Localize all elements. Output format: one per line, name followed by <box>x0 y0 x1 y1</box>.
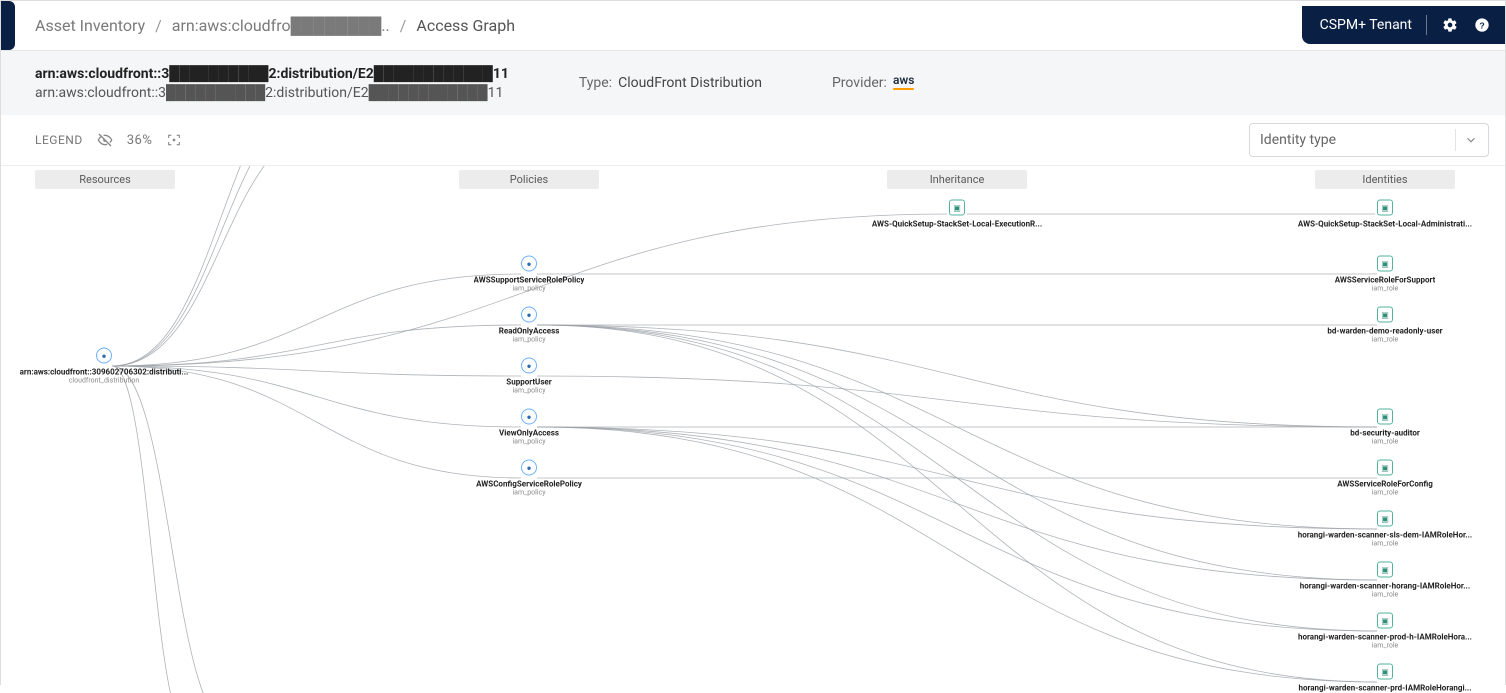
node-label: bd-security-auditor <box>1350 429 1420 438</box>
breadcrumb: Asset Inventory / arn:aws:cloudfro██████… <box>35 16 515 36</box>
column-header-resources: Resources <box>35 170 175 189</box>
identity-node[interactable]: ▣ bd-warden-demo-readonly-useriam_role <box>1290 307 1480 344</box>
inheritance-node[interactable]: ▣ AWS-QuickSetup-StackSet-Local-Execution… <box>862 200 1052 229</box>
role-node-icon: ▣ <box>1377 256 1393 272</box>
svg-text:?: ? <box>1479 20 1484 30</box>
identity-node[interactable]: ▣ horangi-warden-scanner-sls-dem-IAMRoleH… <box>1290 511 1480 548</box>
node-label: AWSConfigServiceRolePolicy <box>476 480 582 489</box>
column-header-identities: Identities <box>1315 170 1455 189</box>
fit-view-icon[interactable] <box>166 132 182 148</box>
identity-node[interactable]: ▣ bd-security-auditoriam_role <box>1290 409 1480 446</box>
node-sublabel: iam_role <box>1372 336 1399 344</box>
node-label: AWS-QuickSetup-StackSet-Local-Administra… <box>1298 220 1472 229</box>
policy-node[interactable]: ● ViewOnlyAccessiam_policy <box>434 409 624 446</box>
node-sublabel: iam_role <box>1372 642 1399 650</box>
help-icon[interactable]: ? <box>1473 16 1491 34</box>
role-node-icon: ▣ <box>1377 664 1393 680</box>
gear-icon[interactable] <box>1441 16 1459 34</box>
tenant-label[interactable]: CSPM+ Tenant <box>1320 17 1412 33</box>
legend-label[interactable]: LEGEND <box>35 133 83 147</box>
policy-node[interactable]: ● AWSSupportServiceRolePolicyiam_policy <box>434 256 624 293</box>
access-graph-canvas[interactable]: Resources Policies Inheritance Identitie… <box>1 166 1505 693</box>
breadcrumb-sep: / <box>400 16 407 35</box>
identity-node[interactable]: ▣ horangi-warden-scanner-prod-h-IAMRoleHo… <box>1290 613 1480 650</box>
node-label: horangi-warden-scanner-sls-dem-IAMRoleHo… <box>1298 531 1473 540</box>
legend-visibility-icon[interactable] <box>97 132 113 148</box>
policy-node-icon: ● <box>521 409 537 425</box>
node-label: ReadOnlyAccess <box>499 327 560 336</box>
policy-node-icon: ● <box>521 460 537 476</box>
node-sublabel: iam_role <box>1372 285 1399 293</box>
identity-node[interactable]: ▣ AWS-QuickSetup-StackSet-Local-Administr… <box>1290 200 1480 229</box>
asset-provider: Provider: aws <box>832 73 914 93</box>
left-edge-badge <box>1 1 15 50</box>
role-node-icon: ▣ <box>1377 511 1393 527</box>
role-node-icon: ▣ <box>1377 562 1393 578</box>
column-header-inheritance: Inheritance <box>887 170 1027 189</box>
breadcrumb-item-asset-inventory[interactable]: Asset Inventory <box>35 16 145 35</box>
breadcrumb-item-access-graph: Access Graph <box>416 16 515 35</box>
aws-logo-icon: aws <box>893 73 914 93</box>
node-label: AWS-QuickSetup-StackSet-Local-ExecutionR… <box>872 220 1042 229</box>
policy-node-icon: ● <box>521 256 537 272</box>
node-sublabel: cloudfront_distribution <box>69 377 139 385</box>
node-sublabel: iam_role <box>1372 489 1399 497</box>
identity-type-select[interactable]: Identity type <box>1249 123 1489 157</box>
node-label: AWSServiceRoleForSupport <box>1335 276 1436 285</box>
node-sublabel: iam_policy <box>512 387 545 395</box>
policy-node-icon: ● <box>521 358 537 374</box>
asset-type-key: Type: <box>579 75 612 91</box>
node-sublabel: iam_policy <box>512 336 545 344</box>
policy-node-icon: ● <box>96 348 112 364</box>
policy-node[interactable]: ● ReadOnlyAccessiam_policy <box>434 307 624 344</box>
node-label: arn:aws:cloudfront::309602706302:distrib… <box>20 368 189 377</box>
identity-node[interactable]: ▣ AWSServiceRoleForSupportiam_role <box>1290 256 1480 293</box>
breadcrumb-item-arn[interactable]: arn:aws:cloudfro████████.. <box>172 16 390 36</box>
node-label: AWSSupportServiceRolePolicy <box>474 276 585 285</box>
asset-provider-key: Provider: <box>832 75 887 91</box>
role-node-icon: ▣ <box>1377 613 1393 629</box>
node-label: horangi-warden-scanner-horang-IAMRoleHor… <box>1300 582 1470 591</box>
column-header-policies: Policies <box>459 170 599 189</box>
tenant-bar: CSPM+ Tenant ? <box>1302 6 1505 44</box>
node-sublabel: iam_role <box>1372 540 1399 548</box>
role-node-icon: ▣ <box>1377 307 1393 323</box>
chevron-down-icon <box>1464 133 1478 147</box>
role-node-icon: ▣ <box>1377 200 1393 216</box>
node-sublabel: iam_policy <box>512 489 545 497</box>
identity-node[interactable]: ▣ AWSServiceRoleForConfigiam_role <box>1290 460 1480 497</box>
node-label: bd-warden-demo-readonly-user <box>1327 327 1442 336</box>
node-sublabel: iam_policy <box>512 438 545 446</box>
asset-title: arn:aws:cloudfront::3██████████2:distrib… <box>35 65 509 82</box>
graph-edges <box>1 166 1505 693</box>
identity-node[interactable]: ▣horangi-warden-scanner-prd-IAMRoleHoran… <box>1290 664 1480 693</box>
role-node-icon: ▣ <box>1377 409 1393 425</box>
role-node-icon: ▣ <box>1377 460 1393 476</box>
node-label: horangi-warden-scanner-prod-h-IAMRoleHor… <box>1298 633 1472 642</box>
node-sublabel: iam_role <box>1372 591 1399 599</box>
select-divider <box>1455 129 1456 151</box>
asset-type: Type: CloudFront Distribution <box>579 75 762 91</box>
asset-subtitle: arn:aws:cloudfront::3██████████2:distrib… <box>35 84 509 101</box>
tenant-separator <box>1426 15 1427 35</box>
identity-type-select-label: Identity type <box>1260 132 1336 148</box>
asset-type-value: CloudFront Distribution <box>618 75 762 91</box>
zoom-level: 36% <box>127 133 153 148</box>
policy-node[interactable]: ● SupportUseriam_policy <box>434 358 624 395</box>
node-sublabel: iam_role <box>1372 438 1399 446</box>
policy-node-icon: ● <box>521 307 537 323</box>
node-label: AWSServiceRoleForConfig <box>1337 480 1433 489</box>
resource-node[interactable]: ●arn:aws:cloudfront::309602706302:distri… <box>9 348 199 385</box>
role-node-icon: ▣ <box>949 200 965 216</box>
breadcrumb-sep: / <box>155 16 162 35</box>
node-label: ViewOnlyAccess <box>499 429 559 438</box>
node-sublabel: iam_policy <box>512 285 545 293</box>
node-label: SupportUser <box>506 378 551 387</box>
policy-node[interactable]: ● AWSConfigServiceRolePolicyiam_policy <box>434 460 624 497</box>
identity-node[interactable]: ▣ horangi-warden-scanner-horang-IAMRoleHo… <box>1290 562 1480 599</box>
asset-detail-band: arn:aws:cloudfront::3██████████2:distrib… <box>1 51 1505 115</box>
